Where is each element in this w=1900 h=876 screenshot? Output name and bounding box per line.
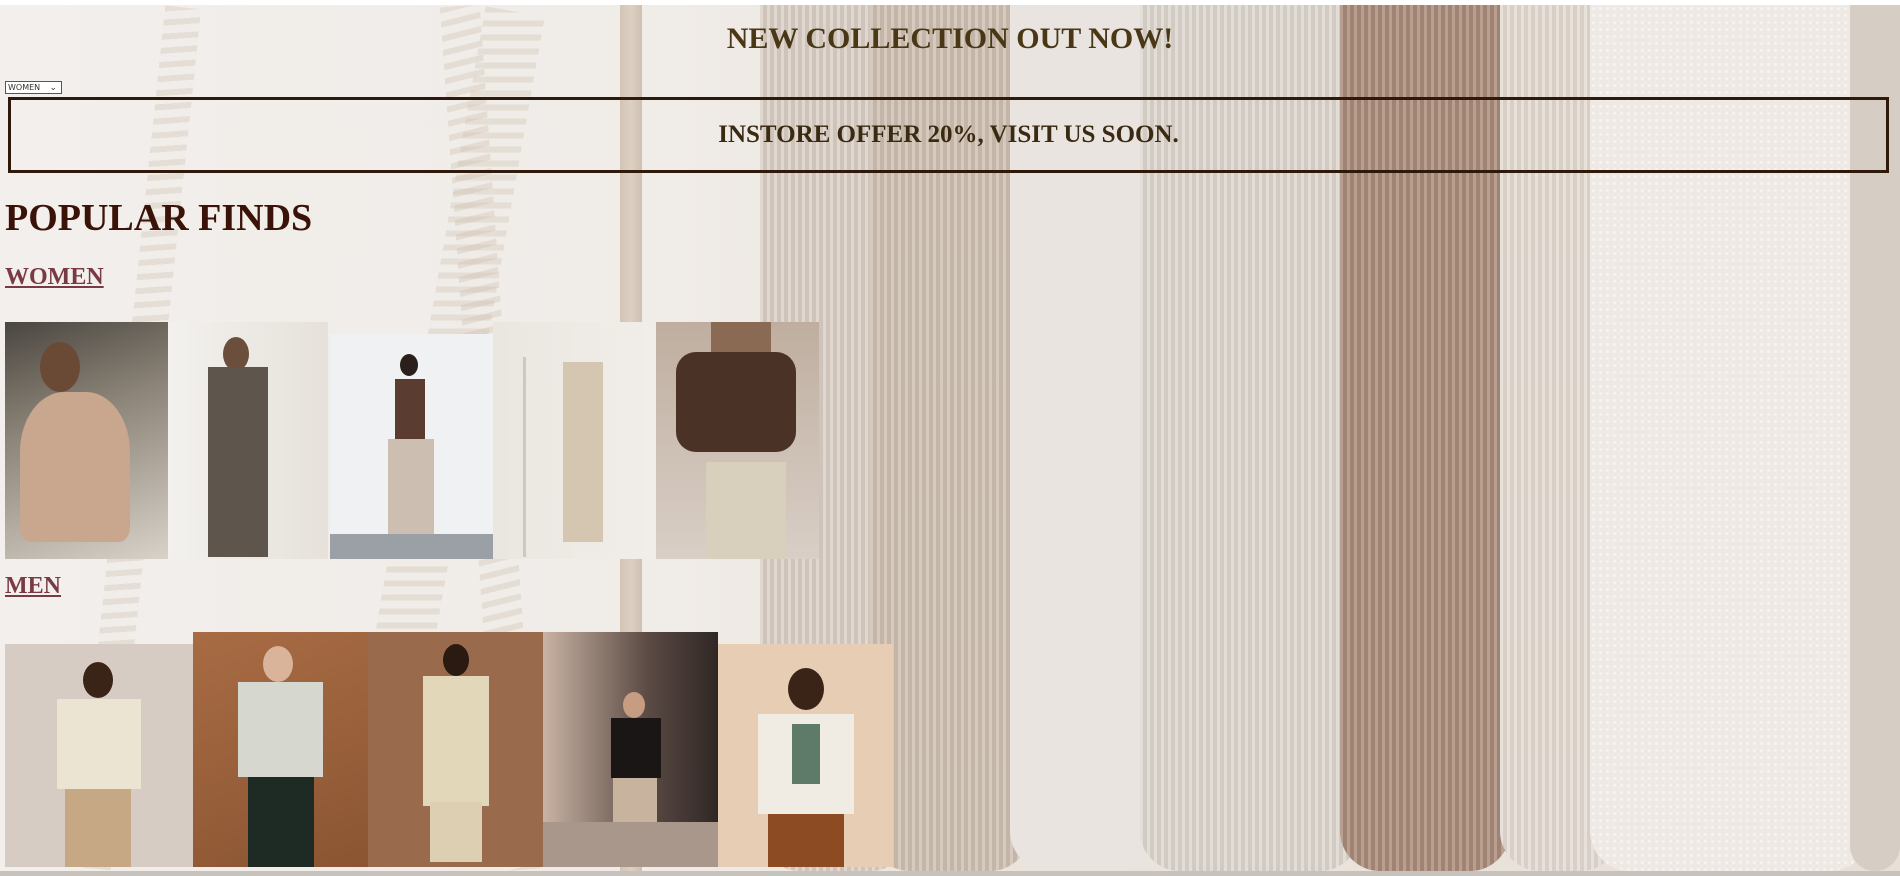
offer-banner: INSTORE OFFER 20%, VISIT US SOON. [8, 97, 1889, 173]
women-photo-5[interactable] [656, 322, 819, 559]
collection-headline: NEW COLLECTION OUT NOW! [726, 22, 1174, 55]
women-photo-1[interactable] [5, 322, 168, 559]
men-link[interactable]: MEN [5, 573, 61, 600]
men-photo-5[interactable] [718, 644, 893, 867]
category-select-value: WOMEN [8, 83, 41, 92]
men-photo-2[interactable] [193, 632, 368, 867]
popular-finds-title: POPULAR FINDS [5, 197, 313, 239]
women-photo-4[interactable] [493, 322, 656, 559]
women-photo-2[interactable] [168, 322, 328, 559]
offer-text: INSTORE OFFER 20%, VISIT US SOON. [718, 121, 1179, 148]
chevron-down-icon: ⌄ [49, 83, 57, 93]
men-photo-4[interactable] [543, 632, 718, 867]
category-select[interactable]: WOMEN ⌄ [5, 81, 62, 94]
women-photo-3[interactable] [330, 334, 493, 559]
men-photo-3[interactable] [368, 632, 543, 867]
women-link[interactable]: WOMEN [5, 264, 104, 291]
men-photo-1[interactable] [5, 644, 193, 867]
bottom-border [0, 871, 1900, 876]
